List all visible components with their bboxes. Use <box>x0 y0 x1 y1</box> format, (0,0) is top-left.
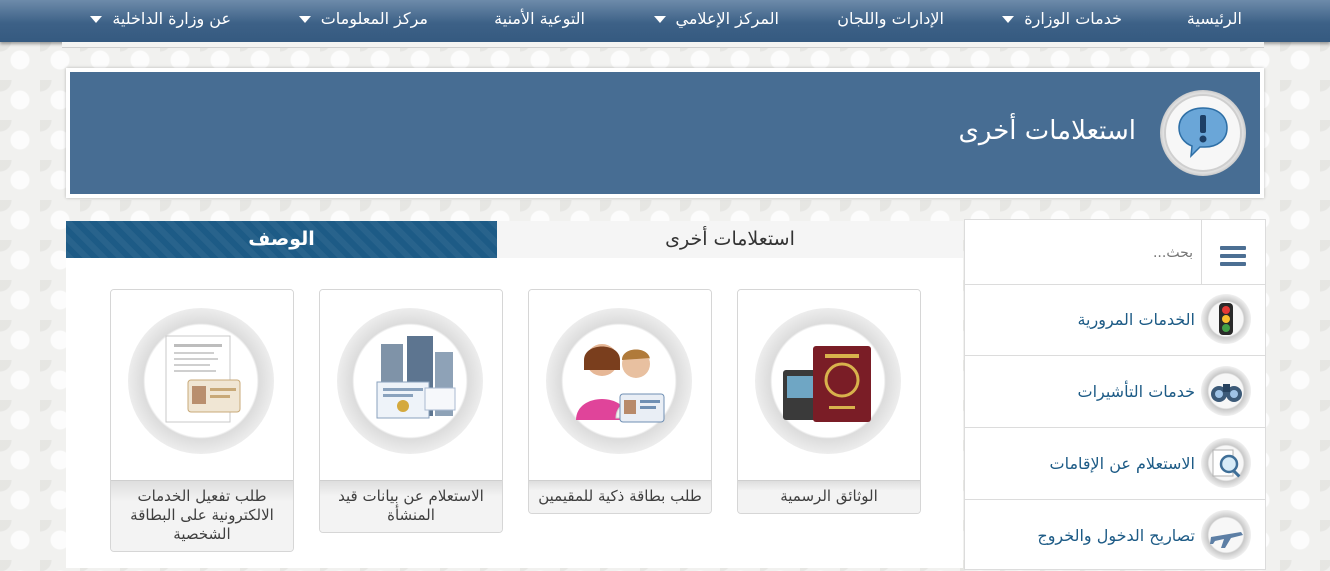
nav-item-information-center[interactable]: مركز المعلومات <box>298 0 428 38</box>
sidebar-item-label: الاستعلام عن الإقامات <box>1049 454 1195 473</box>
nav-item-media-center-label: المركز الإعلامي <box>675 9 780 28</box>
sidebar-item-residency-inquiry[interactable]: الاستعلام عن الإقامات <box>965 428 1265 500</box>
nav-item-departments-label: الإدارات واللجان <box>837 9 944 28</box>
hamburger-menu-icon[interactable] <box>1201 220 1266 284</box>
sidebar: الخدمات المرورية خدمات التأشيرات الاستعل… <box>964 219 1266 570</box>
card-image-frame <box>337 308 483 454</box>
top-navigation-bar: الرئيسية خدمات الوزارة الإدارات واللجان … <box>0 0 1330 42</box>
card-title: طلب تفعيل الخدمات الالكترونية على البطاق… <box>111 480 293 551</box>
sidebar-item-label: خدمات التأشيرات <box>1077 382 1195 401</box>
sidebar-item-entry-exit-permits[interactable]: تصاريح الدخول والخروج <box>965 500 1265 571</box>
page-banner: استعلامات أخرى <box>66 68 1264 198</box>
nav-divider-strip <box>62 42 1264 48</box>
nav-item-about-ministry[interactable]: عن وزارة الداخلية <box>90 0 231 38</box>
sidebar-item-label: تصاريح الدخول والخروج <box>1037 526 1195 545</box>
nav-item-security-awareness[interactable]: التوعية الأمنية <box>494 0 585 38</box>
nav-item-security-awareness-label: التوعية الأمنية <box>494 9 585 28</box>
card-title: طلب بطاقة ذكية للمقيمين <box>529 480 711 513</box>
id-card-document-icon <box>165 335 241 423</box>
sidebar-item-traffic-services[interactable]: الخدمات المرورية <box>965 284 1265 356</box>
chevron-down-icon <box>653 16 666 23</box>
card-title: الاستعلام عن بيانات قيد المنشأة <box>320 480 502 532</box>
service-card-smart-card-residents[interactable]: طلب بطاقة ذكية للمقيمين <box>528 289 712 514</box>
sidebar-search-row <box>965 220 1265 285</box>
card-image-area <box>320 290 502 480</box>
traffic-light-icon <box>1201 294 1251 344</box>
card-image-area <box>738 290 920 480</box>
card-image-frame <box>128 308 274 454</box>
nav-item-ministry-services-label: خدمات الوزارة <box>1024 9 1122 28</box>
service-card-eservices-activation[interactable]: طلب تفعيل الخدمات الالكترونية على البطاق… <box>110 289 294 552</box>
chevron-down-icon <box>298 16 311 23</box>
nav-item-media-center[interactable]: المركز الإعلامي <box>653 0 780 38</box>
card-title: الوثائق الرسمية <box>738 480 920 513</box>
nav-item-home-label: الرئيسية <box>1186 9 1242 28</box>
nav-item-ministry-services[interactable]: خدمات الوزارة <box>1002 0 1122 38</box>
company-buildings-certificate-icon <box>376 336 456 419</box>
card-image-frame <box>755 308 901 454</box>
airplane-icon <box>1201 510 1251 560</box>
nav-item-departments[interactable]: الإدارات واللجان <box>837 0 944 38</box>
passport-documents-icon <box>783 346 871 422</box>
page-title: استعلامات أخرى <box>958 116 1137 146</box>
nav-item-information-center-label: مركز المعلومات <box>320 9 428 28</box>
search-input[interactable] <box>971 236 1195 270</box>
tab-description[interactable]: الوصف <box>66 221 497 258</box>
magnifier-document-icon <box>1201 438 1251 488</box>
exclamation-speech-bubble-icon <box>1160 90 1246 176</box>
banner-background: استعلامات أخرى <box>70 72 1260 194</box>
chevron-down-icon <box>90 16 103 23</box>
nav-item-about-ministry-label: عن وزارة الداخلية <box>112 9 231 28</box>
nav-item-home[interactable]: الرئيسية <box>1187 0 1242 38</box>
tab-other-inquiries[interactable]: استعلامات أخرى <box>497 221 963 258</box>
service-card-official-documents[interactable]: الوثائق الرسمية <box>737 289 921 514</box>
sidebar-item-visa-services[interactable]: خدمات التأشيرات <box>965 356 1265 428</box>
binoculars-icon <box>1201 366 1251 416</box>
card-image-area <box>111 290 293 480</box>
card-image-frame <box>546 308 692 454</box>
chevron-down-icon <box>1002 16 1015 23</box>
sidebar-item-label: الخدمات المرورية <box>1077 310 1195 329</box>
card-image-area <box>529 290 711 480</box>
service-card-company-records[interactable]: الاستعلام عن بيانات قيد المنشأة <box>319 289 503 533</box>
smart-card-residents-icon <box>576 344 665 423</box>
